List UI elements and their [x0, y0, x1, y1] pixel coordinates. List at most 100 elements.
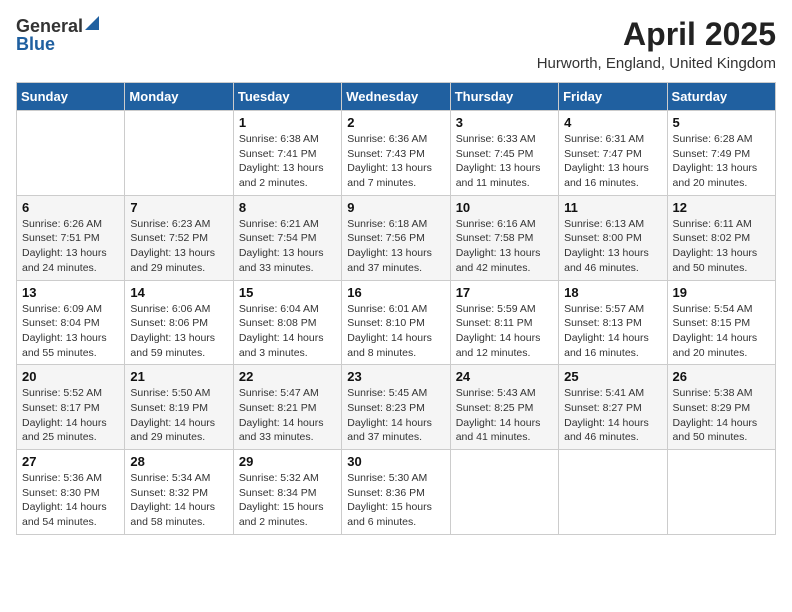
- calendar-cell: 15 Sunrise: 6:04 AM Sunset: 8:08 PM Dayli…: [233, 280, 341, 365]
- calendar-week-row: 1 Sunrise: 6:38 AM Sunset: 7:41 PM Daylig…: [17, 111, 776, 196]
- calendar-cell: [125, 111, 233, 196]
- day-info: Sunrise: 6:36 AM Sunset: 7:43 PM Dayligh…: [347, 132, 444, 191]
- day-number: 6: [22, 200, 119, 215]
- day-number: 20: [22, 369, 119, 384]
- day-number: 14: [130, 285, 227, 300]
- page-header: General Blue April 2025 Hurworth, Englan…: [16, 16, 776, 72]
- day-of-week-header: Thursday: [450, 83, 558, 111]
- day-number: 1: [239, 115, 336, 130]
- calendar-cell: 11 Sunrise: 6:13 AM Sunset: 8:00 PM Dayli…: [559, 195, 667, 280]
- day-info: Sunrise: 6:01 AM Sunset: 8:10 PM Dayligh…: [347, 302, 444, 361]
- day-info: Sunrise: 5:41 AM Sunset: 8:27 PM Dayligh…: [564, 386, 661, 445]
- day-of-week-header: Sunday: [17, 83, 125, 111]
- calendar-cell: 8 Sunrise: 6:21 AM Sunset: 7:54 PM Daylig…: [233, 195, 341, 280]
- day-info: Sunrise: 6:09 AM Sunset: 8:04 PM Dayligh…: [22, 302, 119, 361]
- day-of-week-header: Monday: [125, 83, 233, 111]
- calendar-cell: [559, 450, 667, 535]
- calendar-cell: 3Sunrise: 6:33 AM Sunset: 7:45 PM Daylig…: [450, 111, 558, 196]
- day-number: 10: [456, 200, 553, 215]
- day-number: 2: [347, 115, 444, 130]
- day-number: 24: [456, 369, 553, 384]
- day-number: 28: [130, 454, 227, 469]
- day-number: 11: [564, 200, 661, 215]
- calendar-cell: 26 Sunrise: 5:38 AM Sunset: 8:29 PM Dayli…: [667, 365, 775, 450]
- day-info: Sunrise: 6:33 AM Sunset: 7:45 PM Dayligh…: [456, 132, 553, 191]
- day-of-week-header: Friday: [559, 83, 667, 111]
- calendar-cell: 13 Sunrise: 6:09 AM Sunset: 8:04 PM Dayli…: [17, 280, 125, 365]
- day-number: 12: [673, 200, 770, 215]
- day-info: Sunrise: 5:59 AM Sunset: 8:11 PM Dayligh…: [456, 302, 553, 361]
- calendar-cell: 30 Sunrise: 5:30 AM Sunset: 8:36 PM Dayli…: [342, 450, 450, 535]
- day-number: 17: [456, 285, 553, 300]
- calendar-cell: 19 Sunrise: 5:54 AM Sunset: 8:15 PM Dayli…: [667, 280, 775, 365]
- day-info: Sunrise: 5:36 AM Sunset: 8:30 PM Dayligh…: [22, 471, 119, 530]
- day-info: Sunrise: 5:32 AM Sunset: 8:34 PM Dayligh…: [239, 471, 336, 530]
- day-info: Sunrise: 6:38 AM Sunset: 7:41 PM Dayligh…: [239, 132, 336, 191]
- calendar-cell: 29 Sunrise: 5:32 AM Sunset: 8:34 PM Dayli…: [233, 450, 341, 535]
- calendar-cell: [667, 450, 775, 535]
- day-info: Sunrise: 5:30 AM Sunset: 8:36 PM Dayligh…: [347, 471, 444, 530]
- calendar-cell: 21 Sunrise: 5:50 AM Sunset: 8:19 PM Dayli…: [125, 365, 233, 450]
- day-number: 16: [347, 285, 444, 300]
- logo: General Blue: [16, 16, 99, 53]
- calendar-cell: 14 Sunrise: 6:06 AM Sunset: 8:06 PM Dayli…: [125, 280, 233, 365]
- calendar-cell: 27 Sunrise: 5:36 AM Sunset: 8:30 PM Dayli…: [17, 450, 125, 535]
- day-number: 21: [130, 369, 227, 384]
- calendar-week-row: 27 Sunrise: 5:36 AM Sunset: 8:30 PM Dayli…: [17, 450, 776, 535]
- day-number: 18: [564, 285, 661, 300]
- calendar-cell: [17, 111, 125, 196]
- day-number: 13: [22, 285, 119, 300]
- day-info: Sunrise: 6:21 AM Sunset: 7:54 PM Dayligh…: [239, 217, 336, 276]
- day-info: Sunrise: 5:47 AM Sunset: 8:21 PM Dayligh…: [239, 386, 336, 445]
- day-info: Sunrise: 6:23 AM Sunset: 7:52 PM Dayligh…: [130, 217, 227, 276]
- day-number: 29: [239, 454, 336, 469]
- title-area: April 2025 Hurworth, England, United Kin…: [537, 16, 776, 72]
- day-info: Sunrise: 5:45 AM Sunset: 8:23 PM Dayligh…: [347, 386, 444, 445]
- day-number: 22: [239, 369, 336, 384]
- calendar-cell: 10 Sunrise: 6:16 AM Sunset: 7:58 PM Dayli…: [450, 195, 558, 280]
- day-info: Sunrise: 5:54 AM Sunset: 8:15 PM Dayligh…: [673, 302, 770, 361]
- day-info: Sunrise: 5:38 AM Sunset: 8:29 PM Dayligh…: [673, 386, 770, 445]
- day-number: 15: [239, 285, 336, 300]
- calendar-cell: [450, 450, 558, 535]
- day-number: 7: [130, 200, 227, 215]
- day-info: Sunrise: 5:34 AM Sunset: 8:32 PM Dayligh…: [130, 471, 227, 530]
- day-info: Sunrise: 6:26 AM Sunset: 7:51 PM Dayligh…: [22, 217, 119, 276]
- day-number: 8: [239, 200, 336, 215]
- page-title: April 2025: [537, 16, 776, 53]
- calendar-cell: 2 Sunrise: 6:36 AM Sunset: 7:43 PM Daylig…: [342, 111, 450, 196]
- calendar-cell: 24 Sunrise: 5:43 AM Sunset: 8:25 PM Dayli…: [450, 365, 558, 450]
- day-info: Sunrise: 6:06 AM Sunset: 8:06 PM Dayligh…: [130, 302, 227, 361]
- calendar-week-row: 20 Sunrise: 5:52 AM Sunset: 8:17 PM Dayli…: [17, 365, 776, 450]
- calendar-cell: 22 Sunrise: 5:47 AM Sunset: 8:21 PM Dayli…: [233, 365, 341, 450]
- day-info: Sunrise: 5:57 AM Sunset: 8:13 PM Dayligh…: [564, 302, 661, 361]
- day-info: Sunrise: 5:50 AM Sunset: 8:19 PM Dayligh…: [130, 386, 227, 445]
- day-info: Sunrise: 5:43 AM Sunset: 8:25 PM Dayligh…: [456, 386, 553, 445]
- calendar-header-row: SundayMondayTuesdayWednesdayThursdayFrid…: [17, 83, 776, 111]
- day-number: 9: [347, 200, 444, 215]
- calendar-cell: 17 Sunrise: 5:59 AM Sunset: 8:11 PM Dayli…: [450, 280, 558, 365]
- day-number: 27: [22, 454, 119, 469]
- day-info: Sunrise: 6:13 AM Sunset: 8:00 PM Dayligh…: [564, 217, 661, 276]
- calendar-cell: 25 Sunrise: 5:41 AM Sunset: 8:27 PM Dayli…: [559, 365, 667, 450]
- day-info: Sunrise: 6:16 AM Sunset: 7:58 PM Dayligh…: [456, 217, 553, 276]
- calendar-cell: 4Sunrise: 6:31 AM Sunset: 7:47 PM Daylig…: [559, 111, 667, 196]
- day-info: Sunrise: 6:11 AM Sunset: 8:02 PM Dayligh…: [673, 217, 770, 276]
- calendar-cell: 7 Sunrise: 6:23 AM Sunset: 7:52 PM Daylig…: [125, 195, 233, 280]
- day-info: Sunrise: 5:52 AM Sunset: 8:17 PM Dayligh…: [22, 386, 119, 445]
- calendar-cell: 6 Sunrise: 6:26 AM Sunset: 7:51 PM Daylig…: [17, 195, 125, 280]
- calendar-cell: 16 Sunrise: 6:01 AM Sunset: 8:10 PM Dayli…: [342, 280, 450, 365]
- day-number: 19: [673, 285, 770, 300]
- calendar-cell: 28 Sunrise: 5:34 AM Sunset: 8:32 PM Dayli…: [125, 450, 233, 535]
- day-info: Sunrise: 6:04 AM Sunset: 8:08 PM Dayligh…: [239, 302, 336, 361]
- day-number: 25: [564, 369, 661, 384]
- logo-triangle-icon: [85, 16, 99, 30]
- calendar-table: SundayMondayTuesdayWednesdayThursdayFrid…: [16, 82, 776, 535]
- day-number: 30: [347, 454, 444, 469]
- day-number: 5: [673, 115, 770, 130]
- page-subtitle: Hurworth, England, United Kingdom: [537, 55, 776, 72]
- day-number: 23: [347, 369, 444, 384]
- logo-blue-text: Blue: [16, 35, 55, 53]
- day-info: Sunrise: 6:31 AM Sunset: 7:47 PM Dayligh…: [564, 132, 661, 191]
- day-number: 26: [673, 369, 770, 384]
